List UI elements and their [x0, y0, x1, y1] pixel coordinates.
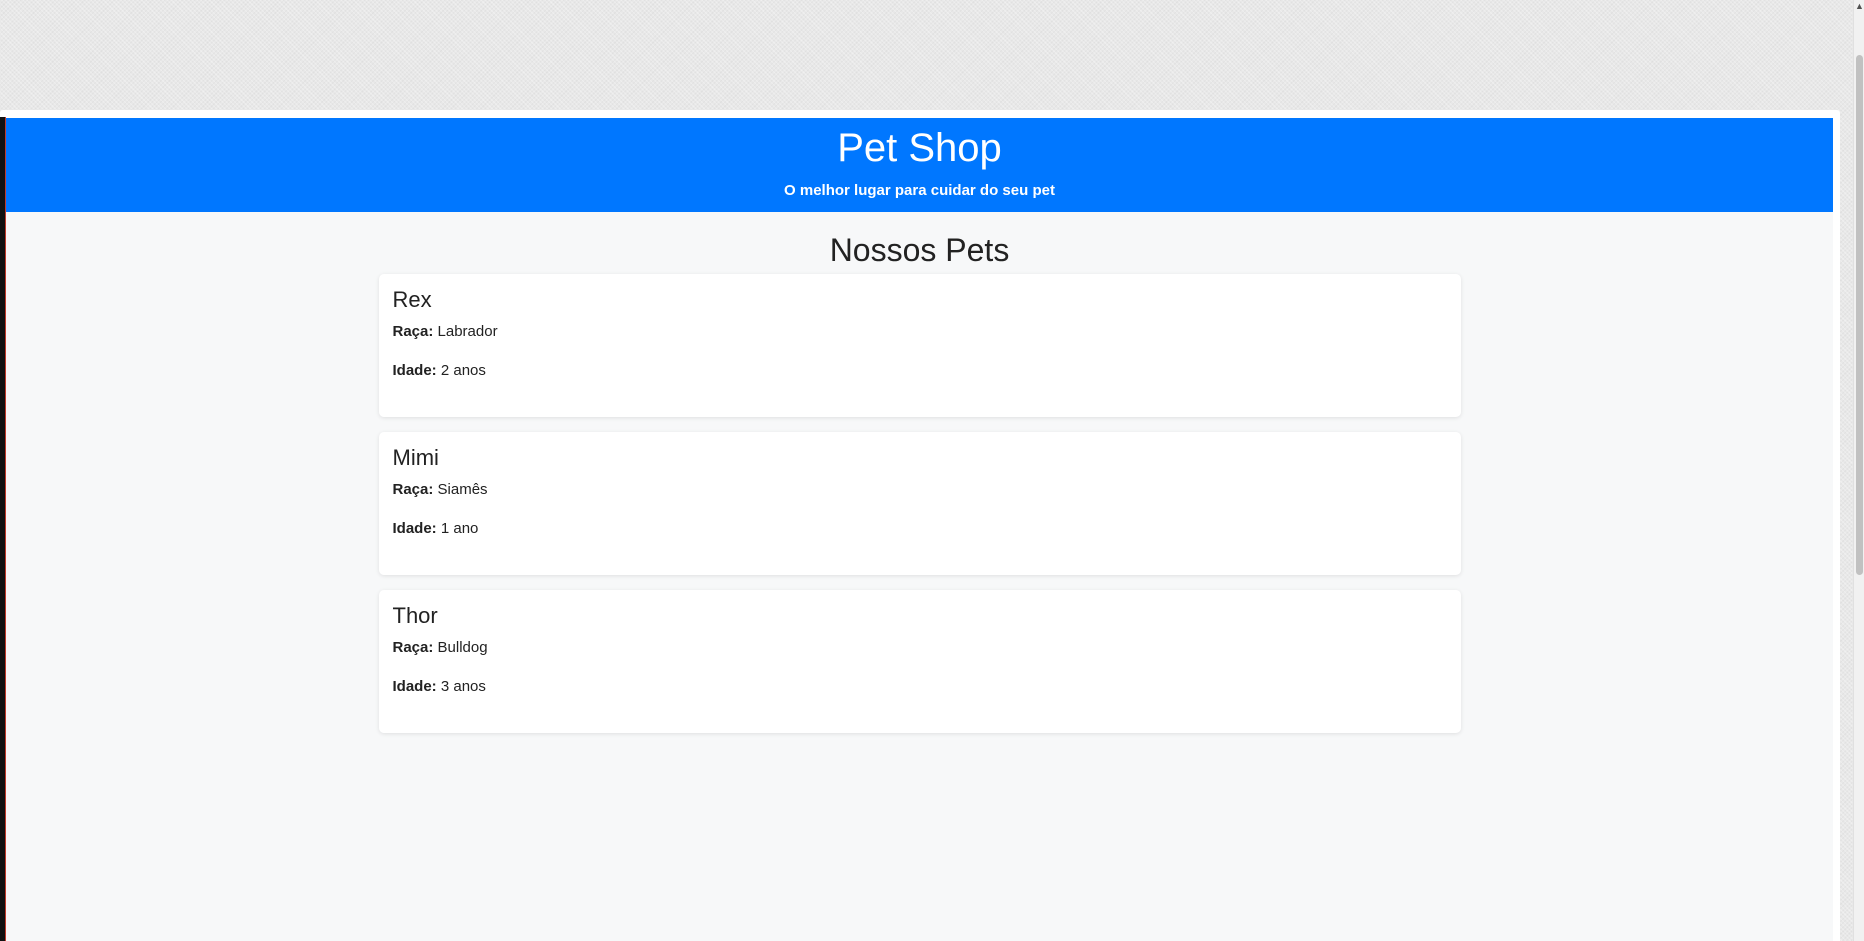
- pet-breed: Raça: Bulldog: [393, 639, 1447, 657]
- breed-value: Bulldog: [437, 639, 488, 656]
- scroll-thumb[interactable]: [1856, 55, 1863, 575]
- browser-scrollbar[interactable]: ▲: [1853, 0, 1864, 941]
- age-value: 3 anos: [440, 678, 486, 695]
- pet-card-thor: Thor Raça: Bulldog Idade: 3 anos: [378, 590, 1461, 733]
- section-title: Nossos Pets: [829, 232, 1010, 268]
- pet-age: Idade: 3 anos: [393, 678, 1447, 696]
- age-label: Idade:: [392, 678, 437, 695]
- age-value: 1 ano: [440, 520, 479, 537]
- chevron-up-icon[interactable]: ▲: [1854, 0, 1864, 12]
- breed-value: Siamês: [437, 481, 488, 498]
- pet-age: Idade: 1 ano: [393, 520, 1447, 538]
- main-content: Nossos Pets Rex Raça: Labrador Idade: 2 …: [6, 212, 1833, 941]
- pet-name: Rex: [392, 287, 432, 312]
- age-value: 2 anos: [440, 362, 486, 379]
- site-header: Pet Shop O melhor lugar para cuidar do s…: [6, 118, 1833, 212]
- pet-breed: Raça: Siamês: [393, 481, 1447, 499]
- breed-value: Labrador: [437, 323, 498, 340]
- age-label: Idade:: [392, 362, 437, 379]
- breed-label: Raça:: [392, 481, 434, 498]
- pet-list: Rex Raça: Labrador Idade: 2 anos Mimi Ra…: [378, 274, 1461, 733]
- pet-card-mimi: Mimi Raça: Siamês Idade: 1 ano: [378, 432, 1461, 575]
- pet-card-rex: Rex Raça: Labrador Idade: 2 anos: [378, 274, 1461, 417]
- breed-label: Raça:: [392, 639, 434, 656]
- age-label: Idade:: [392, 520, 437, 537]
- site-tagline: O melhor lugar para cuidar do seu pet: [784, 182, 1055, 199]
- pet-age: Idade: 2 anos: [393, 362, 1447, 380]
- breed-label: Raça:: [392, 323, 434, 340]
- pet-breed: Raça: Labrador: [393, 323, 1447, 341]
- pet-name: Thor: [392, 603, 438, 628]
- pet-name: Mimi: [392, 445, 439, 470]
- site-title: Pet Shop: [837, 126, 1002, 170]
